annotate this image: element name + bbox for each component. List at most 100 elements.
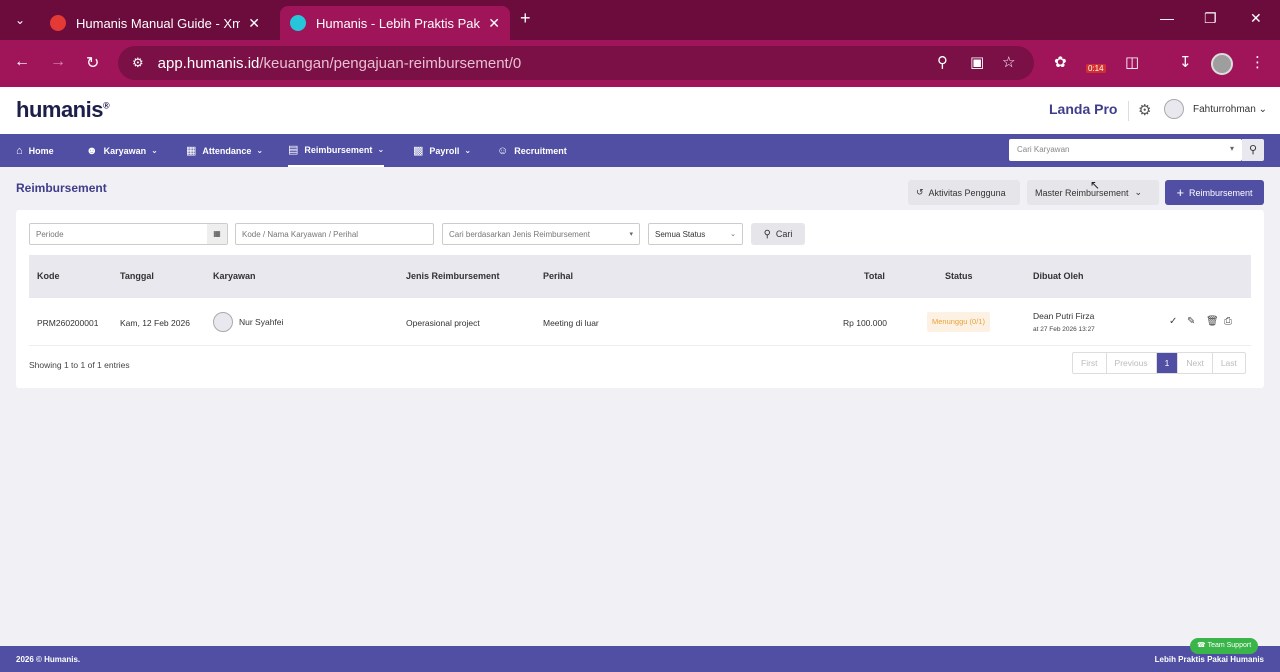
whatsapp-icon: ☎	[1197, 642, 1206, 649]
new-tab-icon[interactable]: +	[520, 8, 531, 29]
reload-icon[interactable]: ↻	[86, 53, 99, 73]
cari-label: Cari	[775, 229, 793, 239]
status-select[interactable]: Semua Status ⌄	[648, 223, 743, 245]
calendar-icon: ▦	[186, 145, 197, 157]
edit-icon[interactable]: ✎	[1187, 316, 1195, 327]
nav-label: Reimbursement	[304, 144, 373, 155]
chevron-down-icon: ⌄	[1134, 187, 1143, 197]
activity-button[interactable]: ↺ Aktivitas Pengguna	[908, 180, 1020, 205]
status-value: Semua Status	[655, 230, 706, 239]
more-menu-icon[interactable]: ⋮	[1250, 53, 1265, 71]
col-tanggal[interactable]: Tanggal	[120, 271, 154, 281]
caret-down-icon: ▾	[1229, 144, 1234, 153]
page-previous[interactable]: Previous	[1107, 353, 1157, 373]
timer-extension-icon[interactable]: 0:14	[1086, 52, 1108, 74]
plus-icon: +	[1176, 185, 1185, 200]
wallet-icon: ▩	[413, 145, 424, 157]
page-next[interactable]: Next	[1178, 353, 1213, 373]
cell-dibuat-at: at 27 Feb 2026 13:27	[1033, 326, 1095, 333]
calendar-icon[interactable]: ▦	[207, 224, 227, 244]
cell-total: Rp 100.000	[843, 318, 887, 328]
search-icon: ⚲	[1248, 144, 1258, 156]
col-status[interactable]: Status	[945, 271, 973, 281]
col-perihal[interactable]: Perihal	[543, 271, 573, 281]
col-jenis[interactable]: Jenis Reimbursement	[406, 271, 500, 281]
page-current[interactable]: 1	[1156, 353, 1179, 373]
humanis-favicon-icon	[290, 15, 306, 31]
support-label: Team Support	[1207, 642, 1252, 649]
kode-placeholder: Kode / Nama Karyawan / Perihal	[242, 230, 359, 239]
nav-karyawan[interactable]: ☻ Karyawan ⌄	[86, 134, 158, 167]
footer-tagline: Lebih Praktis Pakai Humanis	[1154, 655, 1264, 664]
col-karyawan[interactable]: Karyawan	[213, 271, 256, 281]
zoom-icon[interactable]: ⚲	[937, 53, 948, 71]
browser-profile-avatar[interactable]	[1211, 53, 1233, 75]
minimize-icon[interactable]: —	[1160, 10, 1174, 26]
url-path: /keuangan/pengajuan-reimbursement/0	[259, 54, 522, 72]
chevron-down-icon: ⌄	[464, 146, 472, 155]
app-header: humanis® Landa Pro ⚙ Fahturrohman ⌄	[0, 87, 1280, 134]
delete-trash-icon[interactable]: 🗑	[1206, 316, 1219, 327]
user-menu[interactable]: Fahturrohman ⌄	[1193, 104, 1267, 115]
nav-attendance[interactable]: ▦ Attendance ⌄	[186, 134, 263, 167]
search-button[interactable]: ⚲	[1242, 139, 1264, 161]
approve-check-icon[interactable]: ✓	[1169, 316, 1177, 327]
browser-tab-1[interactable]: Humanis Manual Guide - Xmind ✕	[40, 6, 270, 40]
nav-label: Recruitment	[514, 145, 567, 156]
nav-home[interactable]: ⌂ Home	[16, 134, 54, 167]
nav-label: Karyawan	[103, 145, 147, 156]
window-close-icon[interactable]: ✕	[1250, 10, 1262, 27]
nav-recruitment[interactable]: ☺ Recruitment	[497, 134, 567, 167]
kode-search-input[interactable]: Kode / Nama Karyawan / Perihal	[235, 223, 434, 245]
chevron-down-icon: ⌄	[730, 231, 736, 238]
cell-tanggal: Kam, 12 Feb 2026	[120, 318, 190, 328]
users-icon: ☺	[497, 144, 509, 157]
install-app-icon[interactable]: ▣	[970, 53, 984, 71]
mouse-cursor-icon: ↖	[1090, 178, 1101, 192]
employee-search-select[interactable]: Cari Karyawan ▾	[1009, 139, 1242, 161]
tab-title: Humanis Manual Guide - Xmind	[76, 15, 241, 31]
restore-icon[interactable]: ❐	[1204, 10, 1217, 27]
jenis-placeholder: Cari berdasarkan Jenis Reimbursement	[449, 230, 590, 239]
close-tab-icon[interactable]: ✕	[248, 15, 260, 32]
humanis-logo[interactable]: humanis®	[16, 97, 110, 123]
nav-label: Payroll	[429, 145, 460, 156]
feather-extension-icon[interactable]: ✿	[1054, 53, 1067, 71]
browser-tabbar: ⌄ Humanis Manual Guide - Xmind ✕ Humanis…	[0, 0, 1280, 40]
cell-kode: PRM260200001	[37, 318, 99, 328]
col-total[interactable]: Total	[864, 271, 885, 281]
url-host: app.humanis.id	[157, 54, 260, 72]
back-icon[interactable]: ←	[14, 53, 30, 71]
company-name[interactable]: Landa Pro	[1049, 101, 1117, 117]
cari-button[interactable]: ⚲ Cari	[751, 223, 805, 245]
download-icon[interactable]: ↧	[1179, 53, 1192, 71]
employee-avatar	[213, 312, 233, 332]
print-icon[interactable]: ⎙	[1224, 316, 1232, 327]
page-last[interactable]: Last	[1213, 353, 1245, 373]
settings-gear-icon[interactable]: ⚙	[1138, 101, 1151, 119]
col-kode[interactable]: Kode	[37, 271, 60, 281]
forward-icon[interactable]: →	[50, 53, 66, 71]
col-dibuat-oleh[interactable]: Dibuat Oleh	[1033, 271, 1084, 281]
browser-tab-2[interactable]: Humanis - Lebih Praktis Pakai Humanis ✕	[280, 6, 510, 40]
nav-reimbursement[interactable]: ▤ Reimbursement ⌄	[288, 134, 385, 167]
tab-search-icon[interactable]: ⌄	[8, 8, 32, 32]
nav-payroll[interactable]: ▩ Payroll ⌄	[413, 134, 471, 167]
close-tab-icon[interactable]: ✕	[488, 15, 500, 32]
periode-field[interactable]: Periode ▦	[29, 223, 228, 245]
cell-karyawan: Nur Syahfei	[239, 317, 284, 327]
table-row[interactable]: PRM260200001 Kam, 12 Feb 2026 Nur Syahfe…	[29, 298, 1251, 346]
add-reimbursement-button[interactable]: + Reimbursement	[1165, 180, 1264, 205]
caret-down-icon: ▾	[629, 231, 633, 238]
chevron-down-icon: ⌄	[256, 146, 264, 155]
search-placeholder: Cari Karyawan	[1017, 145, 1070, 154]
extensions-icon[interactable]: ◫	[1125, 53, 1139, 71]
address-bar[interactable]: ⚙ app.humanis.id/keuangan/pengajuan-reim…	[118, 46, 1034, 80]
bookmark-star-icon[interactable]: ☆	[1002, 53, 1015, 71]
page-first[interactable]: First	[1073, 353, 1107, 373]
user-avatar[interactable]	[1164, 99, 1184, 119]
site-info-icon[interactable]: ⚙	[132, 55, 144, 71]
add-label: Reimbursement	[1189, 187, 1253, 198]
team-support-button[interactable]: ☎ Team Support	[1190, 638, 1259, 654]
jenis-select[interactable]: Cari berdasarkan Jenis Reimbursement ▾	[442, 223, 640, 245]
